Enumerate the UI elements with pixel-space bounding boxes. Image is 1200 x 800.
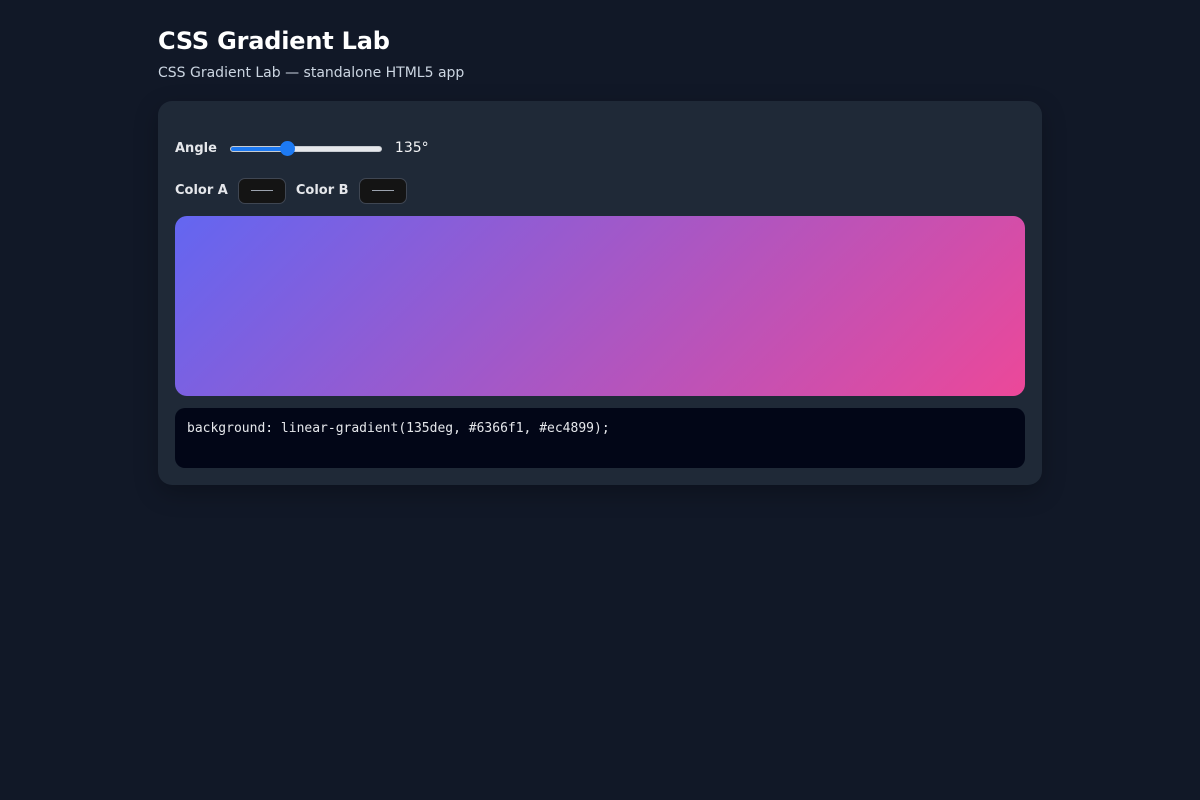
color-a-picker-indicator	[250, 190, 273, 191]
color-a-picker[interactable]	[237, 177, 286, 204]
angle-slider-thumb[interactable]	[279, 141, 295, 156]
angle-label: Angle	[175, 140, 217, 156]
gradient-preview	[175, 216, 1025, 396]
angle-slider-track[interactable]	[229, 146, 382, 152]
page-subtitle: CSS Gradient Lab — standalone HTML5 app	[158, 65, 465, 81]
color-a-label: Color A	[175, 183, 228, 198]
page-title: CSS Gradient Lab	[158, 27, 390, 55]
css-output: background: linear-gradient(135deg, #636…	[175, 408, 1025, 468]
angle-slider-fill	[230, 147, 288, 151]
color-b-label: Color B	[295, 183, 349, 198]
colors-row: Color A Color B	[175, 177, 417, 204]
color-b-picker-indicator	[371, 190, 394, 191]
angle-value: 135°	[394, 140, 429, 156]
angle-slider[interactable]	[229, 140, 382, 156]
color-b-picker[interactable]	[358, 177, 407, 204]
angle-row: Angle 135°	[175, 137, 429, 159]
